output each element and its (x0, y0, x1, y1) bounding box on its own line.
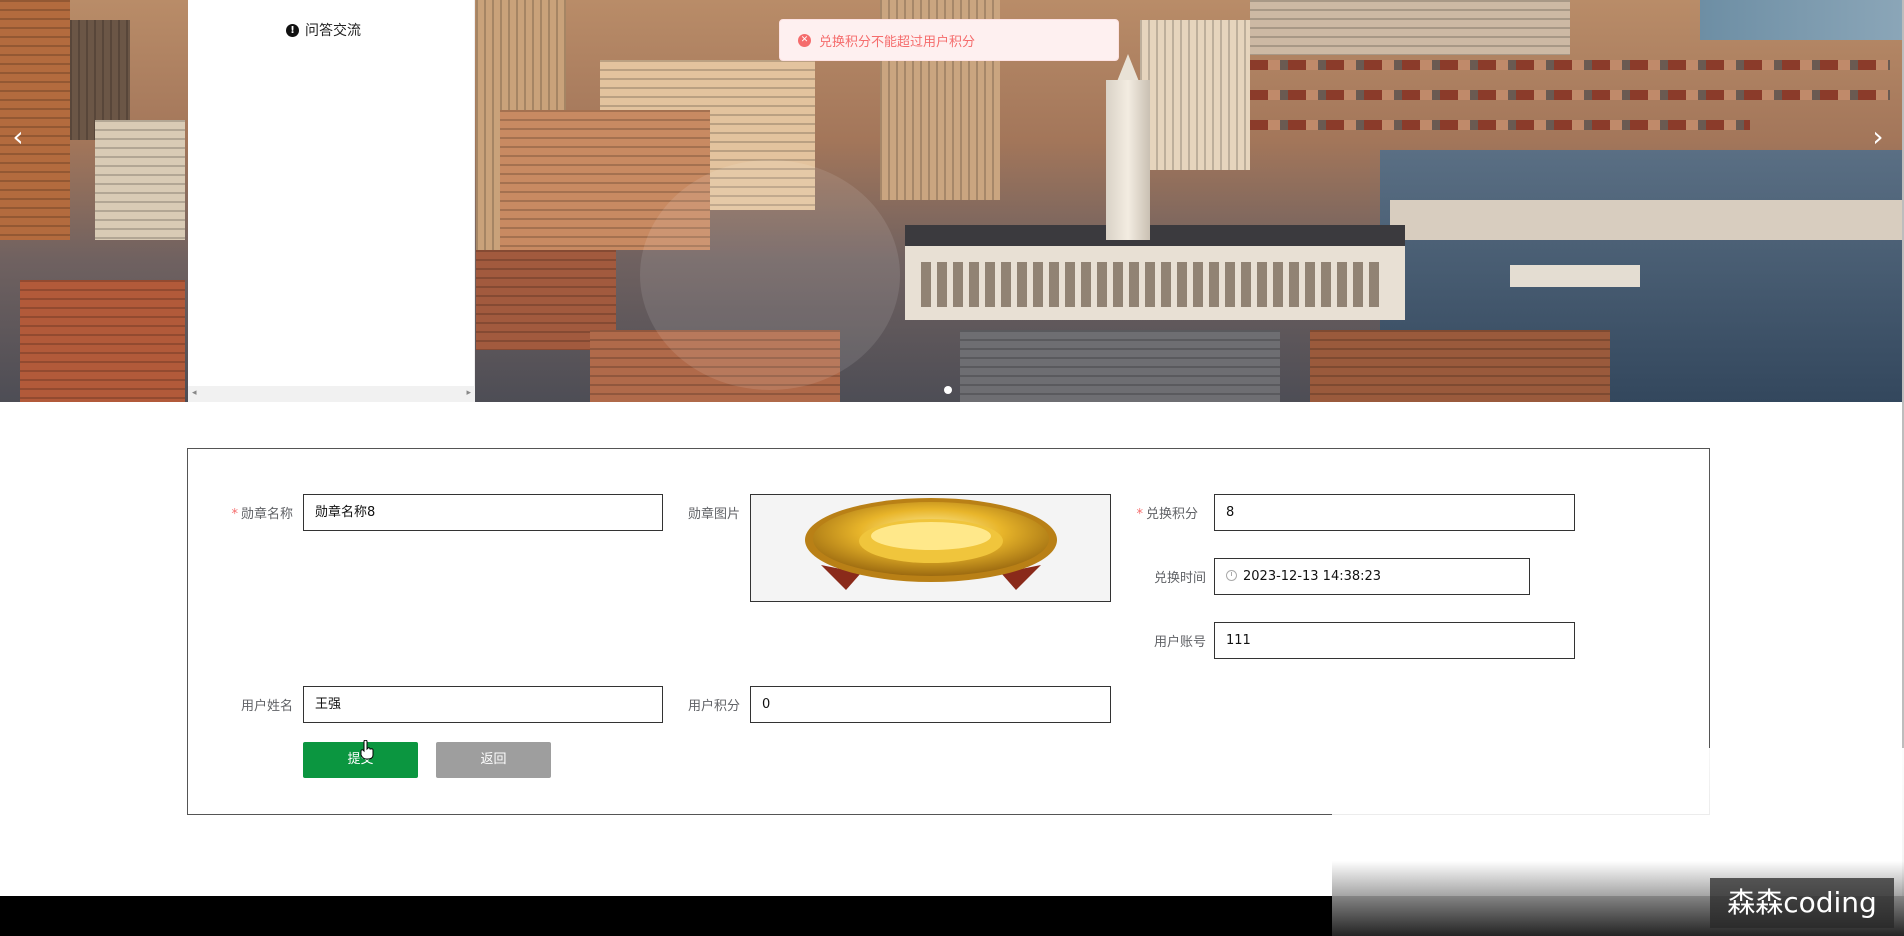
banner-building (0, 0, 70, 240)
carousel-prev-arrow[interactable]: ‹ (6, 122, 30, 152)
scroll-left-icon[interactable]: ◂ (192, 388, 197, 398)
points-input[interactable]: 8 (1214, 494, 1575, 531)
back-button[interactable]: 返回 (436, 742, 551, 778)
banner-water-far (1700, 0, 1904, 40)
exchange-time-label: 兑换时间 (1153, 571, 1206, 586)
user-name-input[interactable]: 王强 (303, 686, 663, 723)
error-circle-icon: ✕ (798, 33, 811, 47)
user-account-input[interactable]: 111 (1214, 622, 1575, 659)
user-points-input[interactable]: 0 (750, 686, 1111, 723)
banner-building (1310, 330, 1610, 402)
banner-watermark (640, 160, 900, 390)
menu-item-label: 问答交流 (305, 23, 361, 39)
user-account-label: 用户账号 (1153, 635, 1206, 650)
user-name-label: 用户姓名 (240, 699, 293, 714)
medal-name-label: * 勋章名称 (231, 507, 293, 522)
brand-watermark: 森森coding (1710, 878, 1894, 928)
banner-pier (1510, 265, 1640, 287)
error-toast: ✕ 兑换积分不能超过用户积分 (779, 19, 1119, 61)
exclamation-circle-icon: ! (286, 23, 299, 37)
carousel-indicator-dot[interactable] (944, 386, 952, 394)
exchange-time-picker[interactable]: 2023-12-13 14:38:23 (1214, 558, 1530, 595)
menu-horizontal-scrollbar[interactable]: ◂ ▸ (188, 386, 475, 402)
points-label: * 兑换积分 (1136, 507, 1198, 522)
banner-rooftops (1250, 90, 1890, 100)
medal-image (750, 494, 1111, 602)
side-menu-panel: ! 问答交流 ◂ ▸ (188, 0, 475, 402)
banner-rooftops (1250, 120, 1750, 130)
banner-building (1250, 0, 1570, 55)
medal-name-input[interactable]: 勋章名称8 (303, 494, 663, 531)
hand-cursor-icon (360, 740, 374, 760)
banner-clock-tower (1106, 80, 1150, 240)
banner-building (95, 120, 185, 240)
carousel-next-arrow[interactable]: › (1866, 122, 1890, 152)
banner-building (20, 280, 185, 402)
toast-message: 兑换积分不能超过用户积分 (819, 34, 976, 50)
menu-item-qa[interactable]: ! 问答交流 (286, 20, 361, 40)
banner-rooftops (1250, 60, 1890, 70)
clock-icon (1226, 570, 1237, 581)
banner-building (1140, 20, 1250, 170)
user-points-label: 用户积分 (687, 699, 740, 714)
banner-pier (1390, 200, 1904, 240)
medal-image-label: 勋章图片 (687, 507, 740, 522)
banner-building (960, 330, 1280, 402)
medal-graphic (805, 498, 1057, 590)
banner-ferry-arches (915, 262, 1385, 307)
exchange-time-value: 2023-12-13 14:38:23 (1243, 569, 1382, 584)
scroll-right-icon[interactable]: ▸ (466, 388, 471, 398)
